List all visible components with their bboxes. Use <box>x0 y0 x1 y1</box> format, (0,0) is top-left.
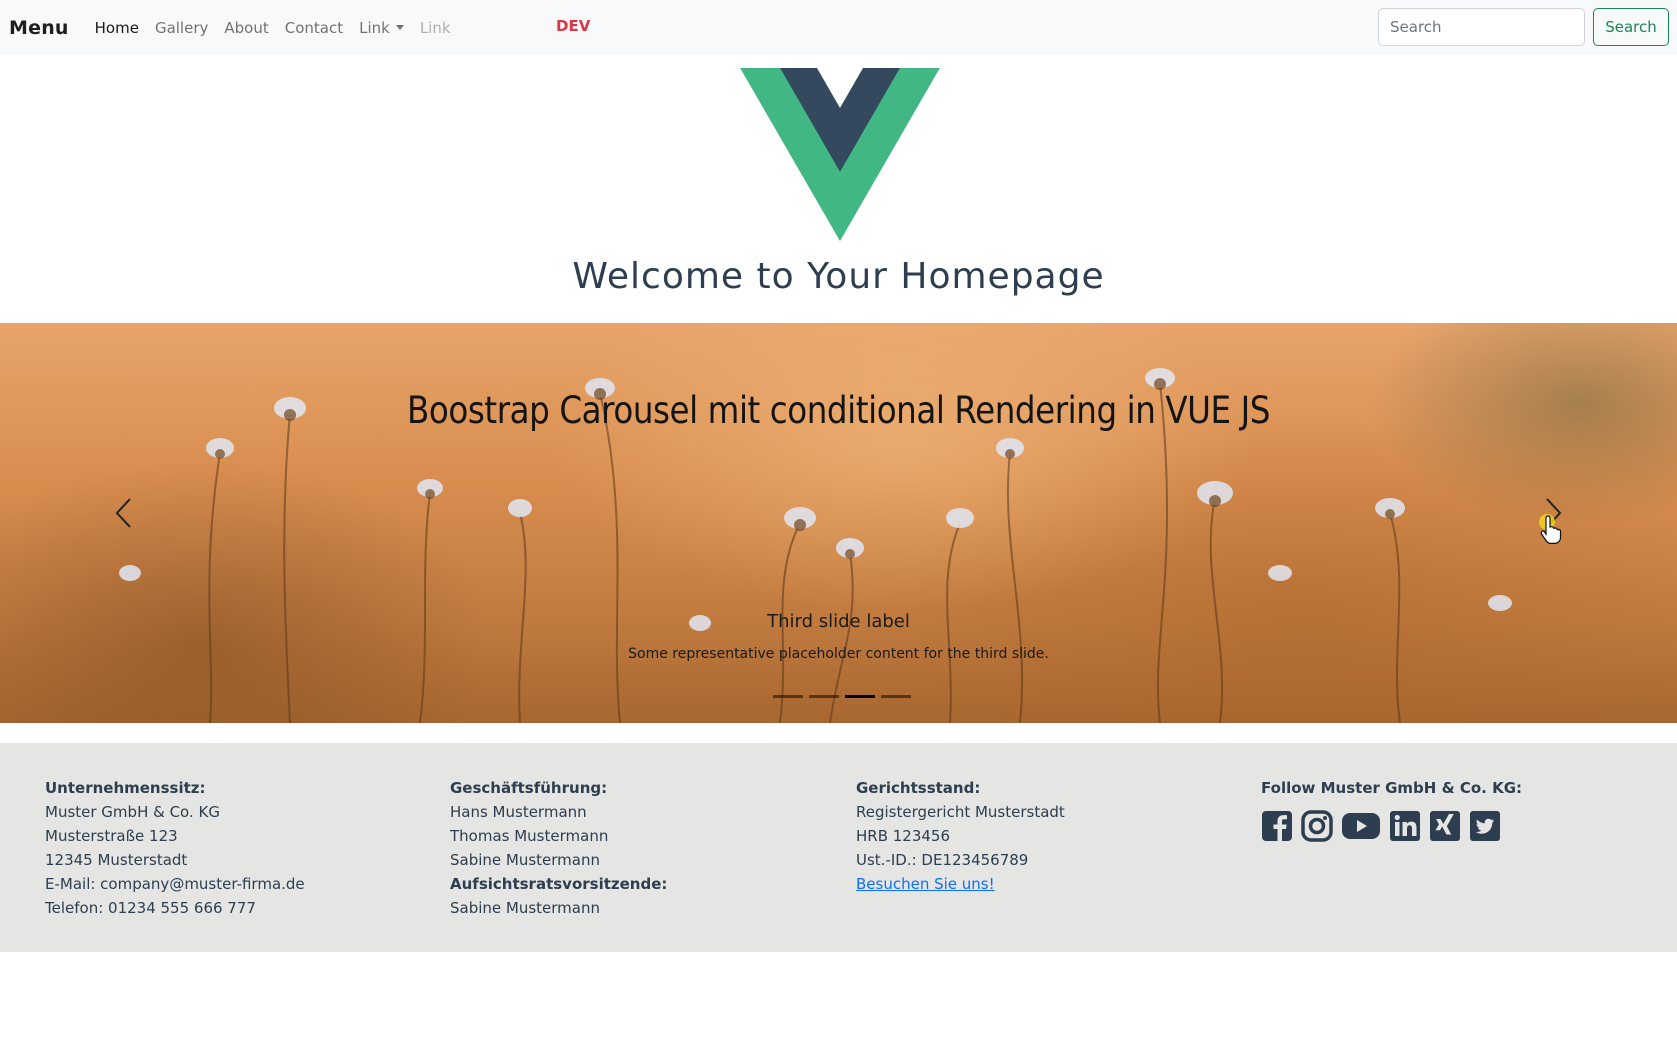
nav-list: Home Gallery About Contact Link Link <box>95 19 467 37</box>
footer-line: Ust.-ID.: DE123456789 <box>856 851 1029 869</box>
nav-link-gallery[interactable]: Gallery <box>155 19 208 37</box>
navbar: Menu Home Gallery About Contact Link Lin… <box>0 0 1677 55</box>
search-input[interactable] <box>1378 8 1585 46</box>
carousel-indicator[interactable] <box>809 695 839 698</box>
nav-link-contact[interactable]: Contact <box>285 19 343 37</box>
hand-pointer-cursor-icon <box>1539 514 1562 544</box>
carousel-caption-text: Some representative placeholder content … <box>628 646 1049 662</box>
footer-phone: Telefon: 01234 555 666 777 <box>45 899 256 917</box>
carousel-prev-chevron-icon[interactable] <box>104 493 144 533</box>
footer-email: E-Mail: company@muster-firma.de <box>45 875 305 893</box>
footer-line: Registergericht Musterstadt <box>856 803 1065 821</box>
footer-line: Hans Mustermann <box>450 803 587 821</box>
footer-line: Thomas Mustermann <box>450 827 609 845</box>
footer-line: Musterstraße 123 <box>45 827 178 845</box>
carousel-indicator[interactable] <box>881 695 911 698</box>
footer-company-column: Unternehmenssitz: Muster GmbH & Co. KG M… <box>45 776 305 920</box>
social-icons <box>1261 810 1522 842</box>
nav-link-home[interactable]: Home <box>95 19 139 37</box>
footer-line: Sabine Mustermann <box>450 899 600 917</box>
linkedin-icon[interactable] <box>1389 810 1421 842</box>
instagram-icon[interactable] <box>1301 810 1333 842</box>
flower-field-image <box>119 368 1512 723</box>
footer-management-column: Geschäftsführung: Hans Mustermann Thomas… <box>450 776 667 920</box>
vue-logo <box>740 68 940 241</box>
youtube-icon[interactable] <box>1341 810 1381 842</box>
visit-us-link[interactable]: Besuchen Sie uns! <box>856 872 1065 896</box>
footer-line: Muster GmbH & Co. KG <box>45 803 220 821</box>
env-badge: DEV <box>556 17 591 35</box>
footer-line: HRB 123456 <box>856 827 951 845</box>
carousel-heading: Boostrap Carousel mit conditional Render… <box>407 389 1270 432</box>
nav-link-about[interactable]: About <box>224 19 268 37</box>
facebook-icon[interactable] <box>1261 810 1293 842</box>
carousel-indicators <box>770 695 914 698</box>
carousel-indicator-active[interactable] <box>845 695 875 698</box>
footer-line: 12345 Musterstadt <box>45 851 188 869</box>
nav-dropdown-label: Link <box>359 18 390 37</box>
footer-heading: Geschäftsführung: <box>450 779 608 797</box>
nav-link-disabled: Link <box>419 18 451 37</box>
carousel-caption-title: Third slide label <box>767 611 910 632</box>
footer-heading: Follow Muster GmbH & Co. KG: <box>1261 779 1523 797</box>
xing-icon[interactable] <box>1429 810 1461 842</box>
twitter-icon[interactable] <box>1469 810 1501 842</box>
search-form: Search <box>1378 8 1669 46</box>
caret-down-icon <box>395 24 404 30</box>
footer-social-column: Follow Muster GmbH & Co. KG: <box>1261 776 1522 842</box>
footer-heading: Gerichtsstand: <box>856 779 981 797</box>
footer-line: Sabine Mustermann <box>450 851 600 869</box>
footer-legal-column: Gerichtsstand: Registergericht Mustersta… <box>856 776 1065 896</box>
image-carousel: Boostrap Carousel mit conditional Render… <box>0 323 1677 723</box>
nav-dropdown-link[interactable]: Link <box>359 19 404 37</box>
footer: Unternehmenssitz: Muster GmbH & Co. KG M… <box>0 743 1677 952</box>
page-title: Welcome to Your Homepage <box>572 256 1105 297</box>
search-button[interactable]: Search <box>1593 8 1669 46</box>
navbar-brand[interactable]: Menu <box>9 17 69 39</box>
footer-heading-board: Aufsichtsratsvorsitzende: <box>450 875 668 893</box>
carousel-indicator[interactable] <box>773 695 803 698</box>
footer-heading: Unternehmenssitz: <box>45 779 206 797</box>
